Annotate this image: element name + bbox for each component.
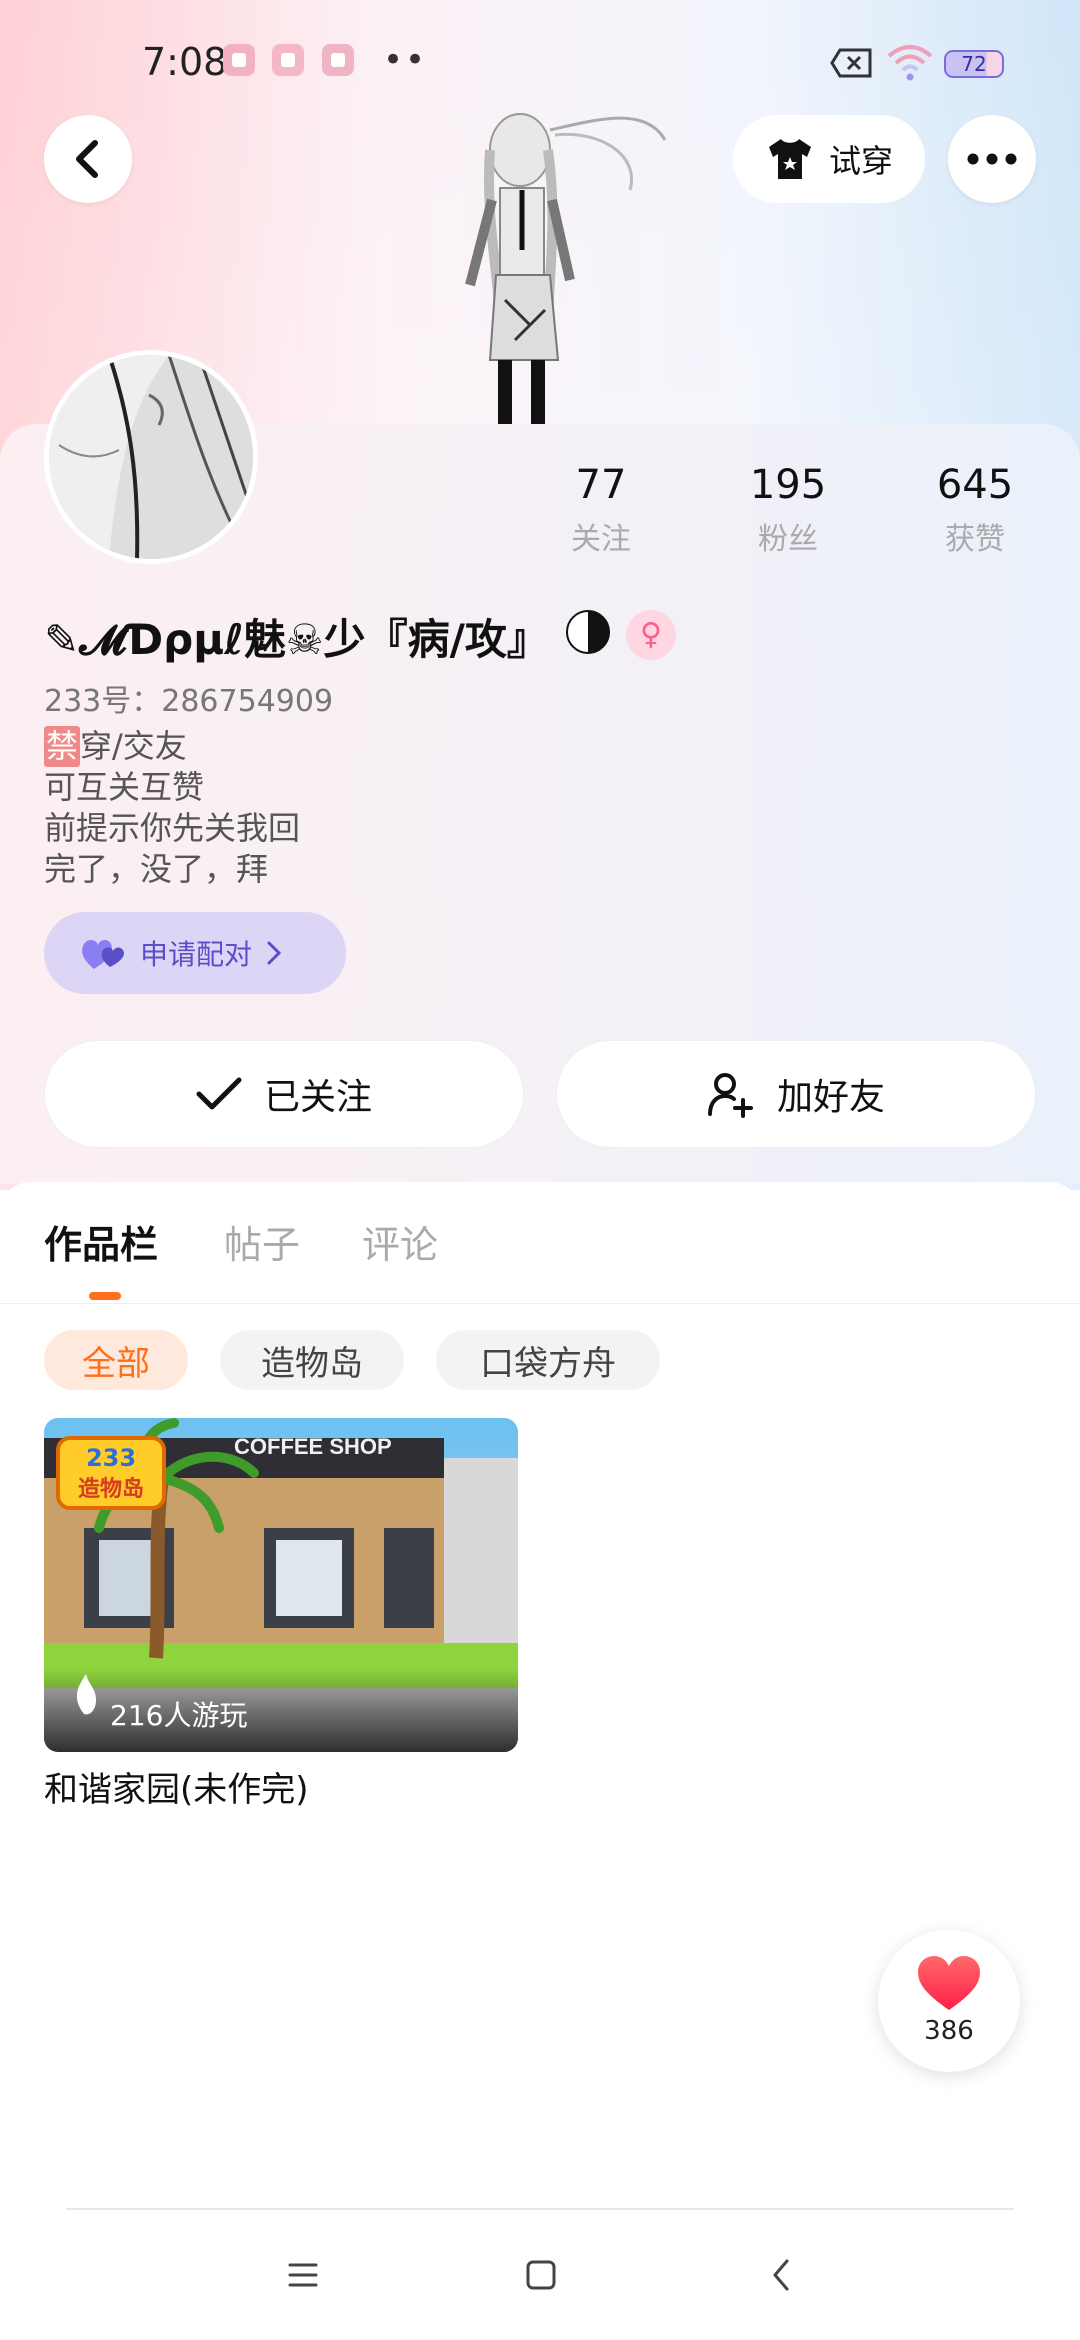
- more-options-button[interactable]: [948, 115, 1036, 203]
- fans-count: 195: [749, 462, 827, 508]
- heart-icon: [918, 1956, 980, 2010]
- sign-text: COFFEE SHOP: [234, 1434, 392, 1459]
- add-friend-button[interactable]: 加好友: [556, 1040, 1036, 1148]
- tab-comments[interactable]: 评论: [362, 1214, 438, 1269]
- likes-label: 获赞: [945, 522, 1005, 557]
- bio-line: 前提示你先关我回: [44, 809, 301, 847]
- try-on-button[interactable]: 试穿: [733, 115, 925, 203]
- followed-button[interactable]: 已关注: [44, 1040, 524, 1148]
- double-heart-icon: [82, 939, 124, 969]
- badge-text: 造物岛: [78, 1476, 144, 1502]
- add-friend-label: 加好友: [776, 1077, 885, 1118]
- home-square-icon: [526, 2260, 556, 2290]
- add-user-icon: [707, 1073, 753, 1118]
- ban-badge: 禁: [44, 726, 81, 767]
- user-id: 233号：286754909: [44, 684, 334, 719]
- followed-label: 已关注: [263, 1077, 372, 1118]
- badge-number: 233: [86, 1444, 136, 1472]
- gender-female-icon: ♀: [626, 610, 676, 660]
- following-count: 77: [575, 462, 627, 508]
- like-button[interactable]: 386: [878, 1930, 1020, 2072]
- try-on-label: 试穿: [828, 142, 893, 180]
- tab-posts[interactable]: 帖子: [224, 1214, 300, 1269]
- app-notification-icon: [322, 44, 354, 76]
- tab-indicator: [89, 1292, 121, 1300]
- following-label: 关注: [571, 522, 631, 557]
- back-arrow-icon: [76, 140, 98, 178]
- check-icon: [196, 1077, 242, 1110]
- bio-line: 完了，没了，拜: [44, 850, 269, 888]
- work-card[interactable]: COFFEE SHOP 233 造物岛 216人游玩: [44, 1418, 518, 1752]
- tab-divider: [0, 1303, 1080, 1304]
- more-notifications-icon: ••: [383, 40, 428, 80]
- apply-pair-label: 申请配对: [140, 938, 253, 971]
- app-notification-icon: [272, 44, 304, 76]
- yinyang-icon: [566, 610, 610, 654]
- play-count: 216人游玩: [110, 1699, 248, 1732]
- bio: 禁穿/交友 可互关互赞 前提示你先关我回 完了，没了，拜: [44, 726, 300, 890]
- filter-all[interactable]: 全部: [44, 1330, 188, 1390]
- like-count: 386: [924, 2016, 974, 2046]
- nav-back-icon: [773, 2259, 789, 2291]
- status-bar: 7:08 •• 72: [0, 0, 1080, 120]
- menu-icon: [288, 2263, 318, 2287]
- app-notification-icon: [223, 44, 255, 76]
- status-time: 7:08: [142, 40, 228, 84]
- wifi-icon: [887, 45, 933, 81]
- stat-fans[interactable]: 195 粉丝: [738, 462, 838, 558]
- work-title[interactable]: 和谐家园(未作完): [44, 1762, 309, 1811]
- home-nav-button[interactable]: [511, 2250, 571, 2300]
- stat-following[interactable]: 77 关注: [551, 462, 651, 558]
- back-nav-button[interactable]: [751, 2250, 811, 2300]
- no-sim-icon: [830, 48, 872, 78]
- avatar-image: [49, 355, 253, 559]
- chevron-right-icon: [267, 941, 282, 965]
- tab-works[interactable]: 作品栏: [44, 1214, 158, 1269]
- avatar[interactable]: [44, 350, 258, 564]
- filter-pocket-ark[interactable]: 口袋方舟: [436, 1330, 660, 1390]
- bio-line: 穿/交友: [80, 727, 187, 765]
- character-3d-figure: [465, 113, 667, 426]
- likes-count: 645: [936, 462, 1014, 508]
- filter-creation-island[interactable]: 造物岛: [220, 1330, 404, 1390]
- username: ✎𝓜Ɗρμℓ魅☠少『病/攻』: [44, 615, 549, 664]
- battery-indicator: 72: [944, 50, 1004, 78]
- apply-pair-button[interactable]: 申请配对: [44, 912, 346, 994]
- stat-likes[interactable]: 645 获赞: [925, 462, 1025, 558]
- back-button[interactable]: [44, 115, 132, 203]
- bio-line: 可互关互赞: [44, 768, 205, 806]
- nav-divider: [66, 2208, 1014, 2210]
- tshirt-icon: [768, 139, 811, 179]
- menu-nav-button[interactable]: [273, 2250, 333, 2300]
- more-icon: [967, 153, 1017, 165]
- fans-label: 粉丝: [758, 522, 818, 557]
